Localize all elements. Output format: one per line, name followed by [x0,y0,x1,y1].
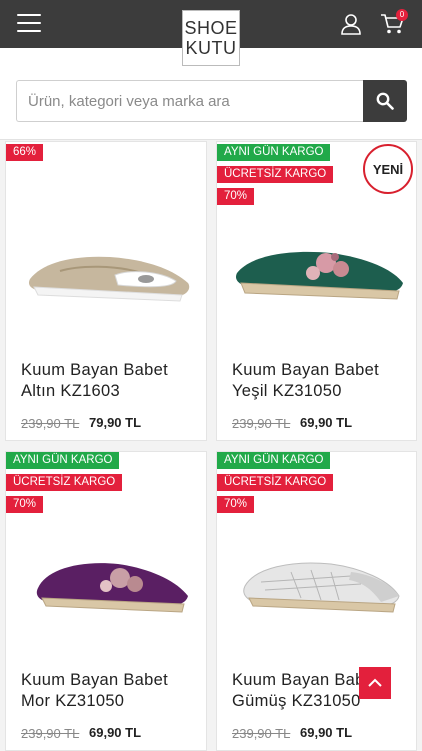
product-image[interactable] [231,542,406,632]
product-name[interactable]: Kuum Bayan Babet Altın KZ1603 [21,360,201,402]
same-day-shipping-badge: AYNI GÜN KARGO [217,144,331,161]
scroll-to-top-button[interactable] [359,667,391,699]
logo-line1: SHOE [184,18,238,38]
sale-price: 69,90 TL [300,725,353,740]
sale-price: 69,90 TL [300,415,353,430]
search-icon [376,92,394,110]
same-day-shipping-badge: AYNI GÜN KARGO [6,452,120,469]
product-card[interactable]: AYNI GÜN KARGO ÜCRETSİZ KARGO 70% Kuum B… [216,451,417,751]
product-image[interactable] [231,227,406,317]
old-price: 239,90 TL [21,726,80,741]
product-image[interactable] [20,542,195,632]
discount-badge: 70% [217,188,255,205]
discount-badge: 70% [6,496,44,513]
free-shipping-badge: ÜCRETSİZ KARGO [6,474,123,491]
same-day-shipping-badge: AYNI GÜN KARGO [217,452,331,469]
discount-badge: 66% [6,144,44,161]
old-price: 239,90 TL [232,416,291,431]
free-shipping-badge: ÜCRETSİZ KARGO [217,166,334,183]
search-button[interactable] [363,80,407,122]
sale-price: 69,90 TL [89,725,142,740]
product-card[interactable]: 66% Kuum Bayan Babet Altın KZ1603 239,90… [5,141,207,441]
product-name[interactable]: Kuum Bayan Babet Mor KZ31050 [21,670,201,712]
new-badge: YENİ [363,144,413,194]
logo-line2: KUTU [185,38,237,58]
product-card[interactable]: AYNI GÜN KARGO ÜCRETSİZ KARGO 70% Kuum B… [5,451,207,751]
sale-price: 79,90 TL [89,415,142,430]
menu-icon[interactable] [17,14,41,32]
old-price: 239,90 TL [232,726,291,741]
free-shipping-badge: ÜCRETSİZ KARGO [217,474,334,491]
product-name[interactable]: Kuum Bayan Babet Yeşil KZ31050 [232,360,412,402]
discount-badge: 70% [217,496,255,513]
old-price: 239,90 TL [21,416,80,431]
cart-count-badge: 0 [396,9,408,21]
search-input[interactable] [16,80,364,122]
chevron-up-icon [368,678,382,687]
user-icon[interactable] [340,13,362,35]
product-card[interactable]: AYNI GÜN KARGO ÜCRETSİZ KARGO 70% YENİ K… [216,141,417,441]
site-logo[interactable]: SHOE KUTU [182,10,240,66]
product-image[interactable] [20,227,195,317]
